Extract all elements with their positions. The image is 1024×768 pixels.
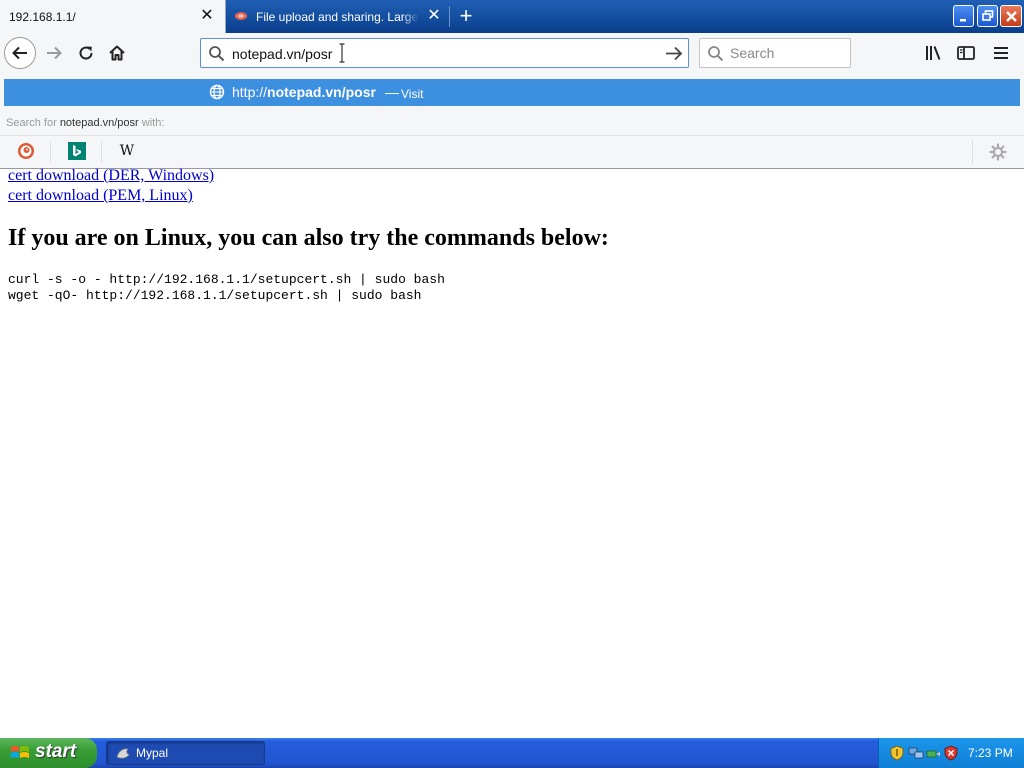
sidebar-icon[interactable] xyxy=(956,43,976,63)
command-line: curl -s -o - http://192.168.1.1/setupcer… xyxy=(8,272,445,287)
forward-button[interactable] xyxy=(38,37,70,69)
search-for-query: notepad.vn/posr xyxy=(59,117,139,129)
windows-flag-icon xyxy=(11,746,29,758)
tab-close-icon[interactable]: ✕ xyxy=(200,8,214,24)
close-window-button[interactable] xyxy=(1000,5,1022,27)
gear-icon[interactable] xyxy=(989,143,1007,161)
suggestion-url-domain: notepad.vn/posr xyxy=(267,84,376,100)
taskbar-item-label: Mypal xyxy=(136,746,169,760)
taskbar: start Mypal 7:23 PM xyxy=(0,738,1024,768)
restore-button[interactable] xyxy=(977,5,998,27)
cert-download-der-link[interactable]: cert download (DER, Windows) xyxy=(8,167,214,185)
tab-close-icon[interactable]: ✕ xyxy=(427,8,441,24)
arrow-right-icon xyxy=(47,46,62,60)
tab-title: File upload and sharing. Large file tran… xyxy=(256,10,419,24)
home-button[interactable] xyxy=(101,37,133,69)
search-input[interactable] xyxy=(730,44,845,62)
search-engine-bar: W xyxy=(0,135,1024,168)
engine-separator xyxy=(50,142,51,162)
suggestion-action: Visit xyxy=(401,87,424,101)
system-tray: 7:23 PM xyxy=(878,738,1024,768)
search-for-prefix: Search for xyxy=(6,117,60,129)
search-box[interactable] xyxy=(699,38,851,68)
tab-strip: 192.168.1.1/ ✕ File upload and sharing. … xyxy=(0,0,1024,33)
start-button[interactable]: start xyxy=(0,738,97,768)
url-suggestion-row[interactable]: http://notepad.vn/posr — Visit xyxy=(4,79,1020,106)
clock: 7:23 PM xyxy=(968,746,1013,760)
search-icon xyxy=(209,46,225,62)
mypal-app-icon xyxy=(116,748,130,759)
arrow-left-icon xyxy=(12,46,27,60)
wikipedia-icon[interactable]: W xyxy=(118,142,136,160)
navigation-toolbar: notepad.vn/posr xyxy=(0,33,1024,74)
tab-separator xyxy=(449,6,450,27)
page-content: cert download (DER, Windows) cert downlo… xyxy=(0,167,1024,738)
network-icon[interactable] xyxy=(908,745,924,761)
command-block: curl -s -o - http://192.168.1.1/setupcer… xyxy=(8,272,445,304)
safely-remove-hardware-icon[interactable] xyxy=(925,745,941,761)
start-label: start xyxy=(35,741,77,762)
tab-background[interactable]: File upload and sharing. Large file tran… xyxy=(226,0,449,33)
cert-download-pem-link[interactable]: cert download (PEM, Linux) xyxy=(8,187,193,205)
reload-icon xyxy=(79,46,93,60)
globe-icon xyxy=(209,84,225,100)
shield-icon[interactable] xyxy=(889,745,905,761)
url-input[interactable]: notepad.vn/posr xyxy=(232,46,332,62)
suggestion-separator: — xyxy=(385,84,399,100)
go-arrow-icon[interactable] xyxy=(665,45,683,62)
url-dropdown: http://notepad.vn/posr — Visit Search fo… xyxy=(0,74,1024,169)
suggestion-url: http://notepad.vn/posr xyxy=(232,84,376,100)
hamburger-menu-icon[interactable] xyxy=(991,43,1011,63)
command-line: wget -qO- http://192.168.1.1/setupcert.s… xyxy=(8,288,422,303)
tab-favicon-icon xyxy=(234,12,248,20)
tab-active[interactable]: 192.168.1.1/ ✕ xyxy=(0,0,226,33)
page-heading: If you are on Linux, you can also try th… xyxy=(8,225,609,251)
search-icon xyxy=(708,46,724,62)
search-for-label: Search for notepad.vn/posr with: xyxy=(6,117,164,129)
bing-icon[interactable] xyxy=(68,142,86,160)
duckduckgo-icon[interactable] xyxy=(17,142,35,160)
text-cursor-icon xyxy=(339,43,345,63)
suggestion-url-prefix: http:// xyxy=(232,84,268,100)
security-alert-icon[interactable] xyxy=(943,745,959,761)
reload-button[interactable] xyxy=(70,37,102,69)
home-icon xyxy=(109,45,125,61)
minimize-button[interactable] xyxy=(953,5,974,27)
engine-separator xyxy=(972,140,973,164)
back-button[interactable] xyxy=(4,37,36,69)
search-for-suffix: with: xyxy=(138,117,165,129)
library-icon[interactable] xyxy=(924,43,944,63)
taskbar-item-mypal[interactable]: Mypal xyxy=(106,741,265,765)
engine-separator xyxy=(101,142,102,162)
new-tab-button[interactable]: + xyxy=(455,4,477,28)
url-bar[interactable]: notepad.vn/posr xyxy=(200,38,689,68)
tab-title: 192.168.1.1/ xyxy=(9,10,76,24)
